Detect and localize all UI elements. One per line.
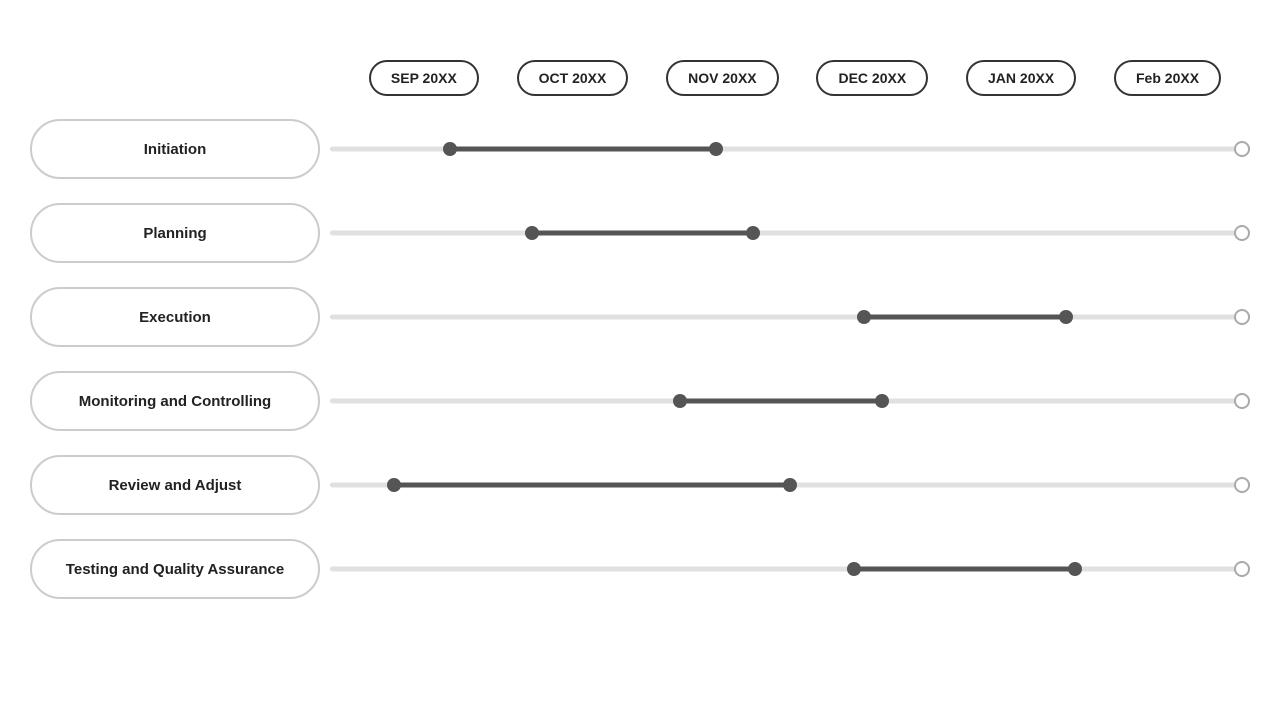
row-track-5 [330,539,1250,599]
end-circle [1234,561,1250,577]
dot-start [847,562,861,576]
row-label-3: Monitoring and Controlling [30,371,320,431]
table-row: Monitoring and Controlling [30,366,1250,436]
row-label-5: Testing and Quality Assurance [30,539,320,599]
end-circle [1234,141,1250,157]
dot-start [525,226,539,240]
table-row: Planning [30,198,1250,268]
table-row: Review and Adjust [30,450,1250,520]
end-circle [1234,477,1250,493]
month-pill-feb: Feb 20XX [1114,60,1221,96]
month-header: SEP 20XX OCT 20XX NOV 20XX DEC 20XX JAN 20XX… [350,60,1250,96]
bar-segment [680,399,882,404]
table-row: Execution [30,282,1250,352]
track-line [330,567,1250,572]
row-track-2 [330,287,1250,347]
track-line [330,315,1250,320]
row-track-4 [330,455,1250,515]
dot-start [673,394,687,408]
end-circle [1234,393,1250,409]
bar-segment [532,231,753,236]
dot-end [709,142,723,156]
row-track-1 [330,203,1250,263]
month-pill-oct: OCT 20XX [517,60,629,96]
row-label-0: Initiation [30,119,320,179]
dot-end [746,226,760,240]
bar-segment [864,315,1066,320]
row-track-3 [330,371,1250,431]
table-row: Testing and Quality Assurance [30,534,1250,604]
gantt-rows: Initiation Planning Execution Monitoring an… [30,114,1250,618]
month-pill-dec: DEC 20XX [816,60,928,96]
dot-end [783,478,797,492]
track-line [330,231,1250,236]
bar-segment [854,567,1075,572]
table-row: Initiation [30,114,1250,184]
row-label-4: Review and Adjust [30,455,320,515]
month-pill-nov: NOV 20XX [666,60,778,96]
end-circle [1234,225,1250,241]
timeline-container: SEP 20XX OCT 20XX NOV 20XX DEC 20XX JAN 20XX… [0,60,1280,618]
row-label-2: Execution [30,287,320,347]
month-pill-sep: SEP 20XX [369,60,479,96]
dot-end [1068,562,1082,576]
dot-end [1059,310,1073,324]
row-label-1: Planning [30,203,320,263]
dot-end [875,394,889,408]
dot-start [443,142,457,156]
row-track-0 [330,119,1250,179]
bar-segment [394,483,790,488]
month-pill-jan: JAN 20XX [966,60,1076,96]
end-circle [1234,309,1250,325]
dot-start [387,478,401,492]
bar-segment [450,147,717,152]
dot-start [857,310,871,324]
